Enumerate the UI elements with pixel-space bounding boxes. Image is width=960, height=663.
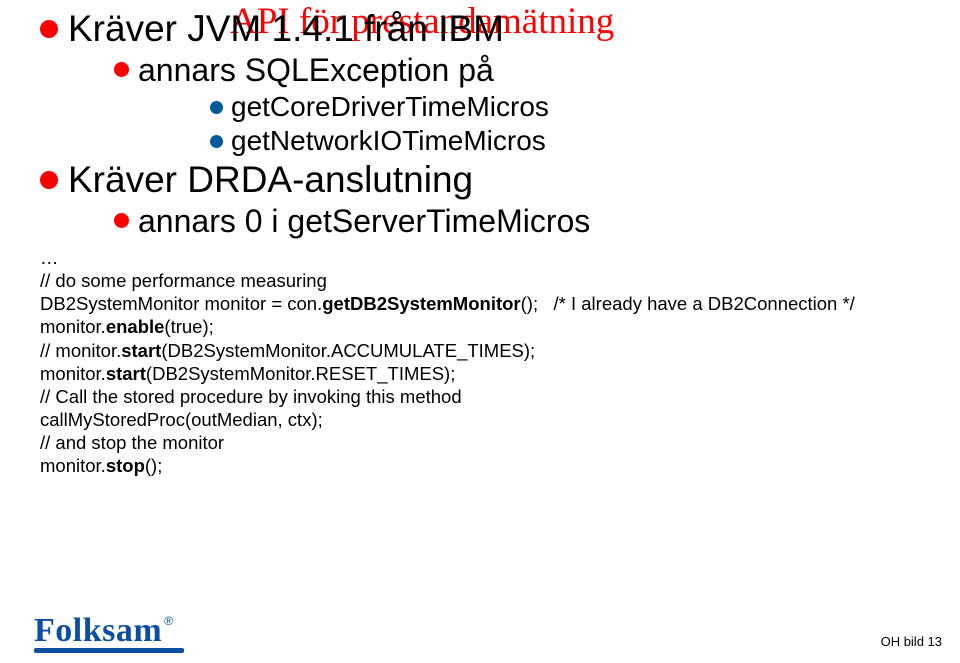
- code-line: monitor.stop();: [40, 454, 920, 477]
- bullet-dot-icon: [40, 20, 58, 38]
- bullet-lvl3: getCoreDriverTimeMicros: [210, 91, 920, 123]
- code-bold: enable: [106, 316, 165, 337]
- code-text: monitor.: [40, 363, 106, 384]
- code-block: … // do some performance measuring DB2Sy…: [40, 246, 920, 477]
- bullet-dot-icon: [114, 213, 129, 228]
- code-line: // monitor.start(DB2SystemMonitor.ACCUMU…: [40, 339, 920, 362]
- bullet-dot-icon: [114, 62, 129, 77]
- page-number: OH bild 13: [881, 634, 942, 649]
- bullet-text: getNetworkIOTimeMicros: [231, 125, 546, 157]
- bullet-dot-icon: [210, 101, 223, 114]
- code-line: …: [40, 246, 920, 269]
- bullet-text: getCoreDriverTimeMicros: [231, 91, 549, 123]
- bullet-lvl2: annars SQLException på: [114, 52, 920, 89]
- bullet-text: Kräver JVM 1.4.1 från IBM: [68, 8, 504, 50]
- code-line: monitor.start(DB2SystemMonitor.RESET_TIM…: [40, 362, 920, 385]
- bullet-lvl1: Kräver DRDA-anslutning: [40, 159, 920, 201]
- code-text: ();: [145, 455, 162, 476]
- code-line: // and stop the monitor: [40, 431, 920, 454]
- bullet-dot-icon: [40, 171, 58, 189]
- code-bold: getDB2SystemMonitor: [322, 293, 520, 314]
- code-line: monitor.enable(true);: [40, 315, 920, 338]
- bullet-lvl3: getNetworkIOTimeMicros: [210, 125, 920, 157]
- registered-icon: ®: [164, 614, 173, 628]
- code-text: // monitor.: [40, 340, 121, 361]
- slide-body: Kräver JVM 1.4.1 från IBM annars SQLExce…: [40, 6, 920, 477]
- code-text: monitor.: [40, 455, 106, 476]
- brand-logo: Folksam®: [34, 612, 184, 653]
- brand-name: Folksam: [34, 612, 162, 649]
- code-text: monitor.: [40, 316, 106, 337]
- bullet-lvl1: Kräver JVM 1.4.1 från IBM: [40, 8, 920, 50]
- bullet-text: annars 0 i getServerTimeMicros: [138, 203, 590, 240]
- code-text: DB2SystemMonitor monitor = con.: [40, 293, 322, 314]
- code-line: // Call the stored procedure by invoking…: [40, 385, 920, 408]
- code-bold: stop: [106, 455, 145, 476]
- code-text: (); /* I already have a DB2Connection */: [521, 293, 855, 314]
- bullet-text: Kräver DRDA-anslutning: [68, 159, 473, 201]
- slide: API för prestandamätning Kräver JVM 1.4.…: [0, 0, 960, 663]
- code-line: callMyStoredProc(outMedian, ctx);: [40, 408, 920, 431]
- bullet-lvl2: annars 0 i getServerTimeMicros: [114, 203, 920, 240]
- code-text: (true);: [164, 316, 213, 337]
- bullet-text: annars SQLException på: [138, 52, 494, 89]
- code-text: (DB2SystemMonitor.ACCUMULATE_TIMES);: [161, 340, 535, 361]
- code-bold: start: [106, 363, 146, 384]
- code-text: (DB2SystemMonitor.RESET_TIMES);: [146, 363, 455, 384]
- code-line: // do some performance measuring: [40, 269, 920, 292]
- bullet-dot-icon: [210, 135, 223, 148]
- code-line: DB2SystemMonitor monitor = con.getDB2Sys…: [40, 292, 920, 315]
- code-bold: start: [121, 340, 161, 361]
